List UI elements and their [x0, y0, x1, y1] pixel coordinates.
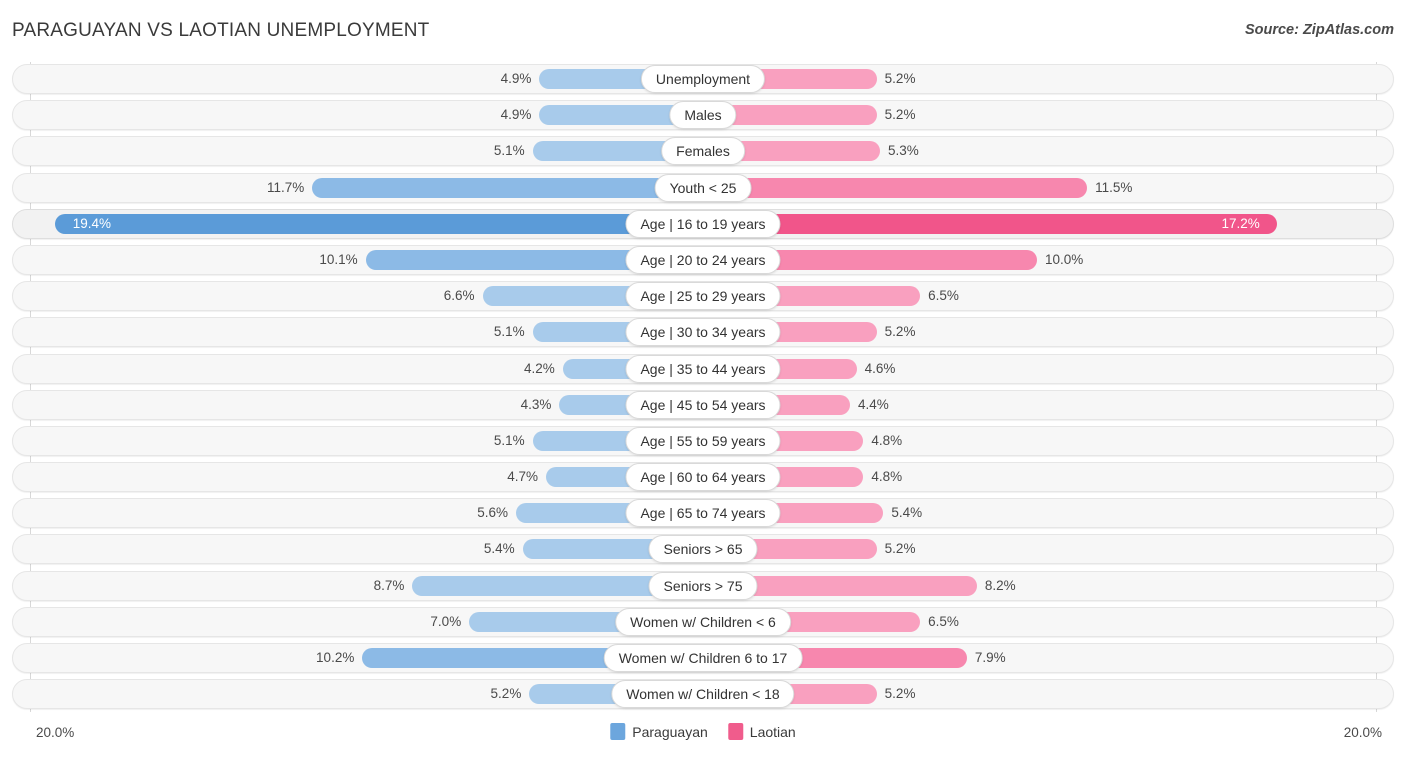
- chart-row: 10.1% 10.0% Age | 20 to 24 years: [0, 243, 1406, 279]
- value-label-paraguayan: 5.4%: [483, 541, 515, 557]
- chart-row: 4.9% 5.2% Males: [0, 98, 1406, 134]
- legend-label: Laotian: [749, 723, 796, 740]
- chart-row: 4.9% 5.2% Unemployment: [0, 62, 1406, 98]
- legend-item[interactable]: Laotian: [727, 723, 796, 740]
- row-category-label: Women w/ Children < 6: [615, 607, 791, 636]
- chart-row: 5.1% 4.8% Age | 55 to 59 years: [0, 424, 1406, 460]
- value-label-laotian: 6.5%: [928, 613, 959, 629]
- value-label-paraguayan: 5.1%: [493, 143, 525, 159]
- legend-item[interactable]: Paraguayan: [610, 723, 708, 740]
- value-label-laotian: 10.0%: [1045, 251, 1084, 267]
- bar-laotian: [703, 213, 1278, 234]
- value-label-paraguayan: 6.6%: [443, 288, 475, 304]
- value-label-laotian: 5.2%: [884, 686, 916, 702]
- row-category-label: Seniors > 65: [648, 535, 758, 564]
- value-label-laotian: 4.6%: [864, 360, 896, 376]
- row-category-label: Women w/ Children 6 to 17: [603, 644, 803, 672]
- chart-header: PARAGUAYAN VS LAOTIAN UNEMPLOYMENT Sourc…: [0, 0, 1406, 60]
- value-label-laotian: 5.3%: [888, 143, 919, 159]
- row-category-label: Age | 55 to 59 years: [625, 426, 781, 455]
- value-label-laotian: 5.2%: [884, 107, 916, 123]
- row-category-label: Females: [661, 137, 745, 166]
- chart-row: 4.2% 4.6% Age | 35 to 44 years: [0, 352, 1406, 388]
- chart-rows: 4.9% 5.2% Unemployment 4.9% 5.2% Males 5.1% 5.3…: [0, 62, 1406, 713]
- value-label-paraguayan: 11.7%: [266, 179, 305, 195]
- chart-row: 19.4% 17.2% Age | 16 to 19 years: [0, 207, 1406, 243]
- value-label-paraguayan: 10.2%: [316, 650, 355, 665]
- page-title: PARAGUAYAN VS LAOTIAN UNEMPLOYMENT: [12, 20, 430, 41]
- row-category-label: Age | 45 to 54 years: [625, 390, 781, 419]
- value-label-laotian: 17.2%: [1221, 215, 1260, 231]
- axis-max-left: 20.0%: [36, 725, 75, 740]
- row-category-label: Seniors > 75: [648, 571, 758, 600]
- chart-row: 5.4% 5.2% Seniors > 65: [0, 532, 1406, 568]
- row-category-label: Age | 35 to 44 years: [625, 354, 781, 383]
- value-label-laotian: 5.2%: [884, 541, 916, 557]
- chart-row: 4.7% 4.8% Age | 60 to 64 years: [0, 460, 1406, 496]
- value-label-paraguayan: 5.6%: [477, 505, 508, 521]
- row-category-label: Age | 60 to 64 years: [625, 463, 781, 492]
- value-label-paraguayan: 4.9%: [500, 107, 532, 123]
- row-category-label: Unemployment: [640, 65, 766, 93]
- row-category-label: Age | 65 to 74 years: [625, 499, 781, 528]
- chart-row: 4.3% 4.4% Age | 45 to 54 years: [0, 388, 1406, 424]
- chart-row: 10.2% 7.9% Women w/ Children 6 to 17: [0, 641, 1406, 677]
- value-label-paraguayan: 4.9%: [500, 71, 532, 86]
- chart-legend: Paraguayan Laotian: [610, 723, 796, 740]
- bar-paraguayan: [312, 177, 703, 198]
- axis-max-right: 20.0%: [1343, 725, 1382, 740]
- row-category-label: Age | 30 to 34 years: [625, 318, 781, 347]
- chart-row: 8.7% 8.2% Seniors > 75: [0, 569, 1406, 605]
- chart-row: 7.0% 6.5% Women w/ Children < 6: [0, 605, 1406, 641]
- value-label-laotian: 5.2%: [884, 71, 916, 86]
- diverging-bar-chart: 4.9% 5.2% Unemployment 4.9% 5.2% Males 5.1% 5.3…: [0, 62, 1406, 712]
- value-label-paraguayan: 4.7%: [507, 469, 539, 485]
- legend-swatch-icon: [610, 723, 626, 740]
- source-attribution: Source: ZipAtlas.com: [1244, 22, 1394, 38]
- row-category-label: Age | 20 to 24 years: [625, 245, 781, 274]
- chart-row: 11.7% 11.5% Youth < 25: [0, 171, 1406, 207]
- bar-laotian: [703, 177, 1088, 198]
- row-category-label: Youth < 25: [654, 173, 752, 202]
- row-category-label: Women w/ Children < 18: [611, 680, 795, 709]
- legend-label: Paraguayan: [632, 723, 708, 740]
- value-label-paraguayan: 5.1%: [493, 324, 525, 340]
- value-label-paraguayan: 5.2%: [490, 686, 522, 702]
- value-label-paraguayan: 5.1%: [493, 432, 525, 448]
- value-label-paraguayan: 10.1%: [319, 251, 358, 267]
- value-label-laotian: 8.2%: [984, 577, 1016, 593]
- value-label-laotian: 5.2%: [884, 324, 916, 340]
- bar-paraguayan: [55, 213, 703, 234]
- row-category-label: Age | 25 to 29 years: [625, 282, 781, 311]
- value-label-laotian: 4.4%: [857, 396, 889, 412]
- chart-row: 5.2% 5.2% Women w/ Children < 18: [0, 677, 1406, 713]
- value-label-paraguayan: 19.4%: [72, 215, 112, 231]
- value-label-laotian: 5.4%: [891, 505, 923, 521]
- value-label-laotian: 7.9%: [974, 650, 1006, 665]
- chart-row: 6.6% 6.5% Age | 25 to 29 years: [0, 279, 1406, 315]
- chart-footer: 20.0% Paraguayan Laotian 20.0%: [0, 712, 1406, 757]
- chart-row: 5.6% 5.4% Age | 65 to 74 years: [0, 496, 1406, 532]
- legend-swatch-icon: [727, 723, 743, 740]
- row-category-label: Age | 16 to 19 years: [625, 209, 781, 238]
- value-label-laotian: 4.8%: [871, 469, 903, 485]
- chart-page: PARAGUAYAN VS LAOTIAN UNEMPLOYMENT Sourc…: [0, 0, 1406, 757]
- value-label-paraguayan: 4.3%: [520, 396, 552, 412]
- value-label-laotian: 11.5%: [1095, 179, 1133, 195]
- chart-row: 5.1% 5.3% Females: [0, 134, 1406, 170]
- value-label-paraguayan: 4.2%: [523, 360, 555, 376]
- row-category-label: Males: [669, 101, 737, 130]
- value-label-paraguayan: 8.7%: [373, 577, 405, 593]
- value-label-laotian: 6.5%: [928, 288, 959, 304]
- value-label-laotian: 4.8%: [871, 432, 903, 448]
- chart-row: 5.1% 5.2% Age | 30 to 34 years: [0, 315, 1406, 351]
- value-label-paraguayan: 7.0%: [430, 613, 462, 629]
